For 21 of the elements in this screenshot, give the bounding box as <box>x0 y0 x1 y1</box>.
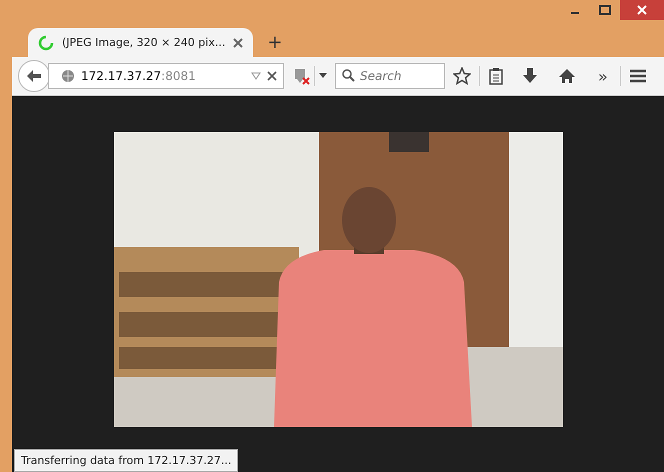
search-icon <box>342 69 355 82</box>
close-icon[interactable] <box>267 71 277 81</box>
globe-icon <box>61 69 75 83</box>
dropdown-icon[interactable] <box>319 73 327 79</box>
home-icon[interactable] <box>558 68 576 84</box>
overflow-button[interactable]: » <box>594 66 612 86</box>
new-tab-button[interactable]: + <box>261 32 288 53</box>
plugin-blocked-icon[interactable] <box>292 67 310 85</box>
loading-spinner-icon <box>38 34 54 50</box>
search-field[interactable]: Search <box>335 63 445 89</box>
menu-icon[interactable] <box>628 69 647 83</box>
back-arrow-icon <box>26 69 42 83</box>
clipboard-icon[interactable] <box>488 67 504 85</box>
close-icon[interactable] <box>233 38 244 48</box>
close-icon[interactable] <box>620 0 664 20</box>
download-icon[interactable] <box>522 67 538 85</box>
star-icon[interactable] <box>453 67 471 85</box>
address-text: 172.17.37.27:8081 <box>81 69 197 83</box>
address-field[interactable]: 172.17.37.27:8081 <box>48 63 284 89</box>
browser-tab[interactable]: (JPEG Image, 320 × 240 pix... <box>28 28 254 57</box>
status-bar: Transferring data from 172.17.37.27... <box>14 449 238 472</box>
